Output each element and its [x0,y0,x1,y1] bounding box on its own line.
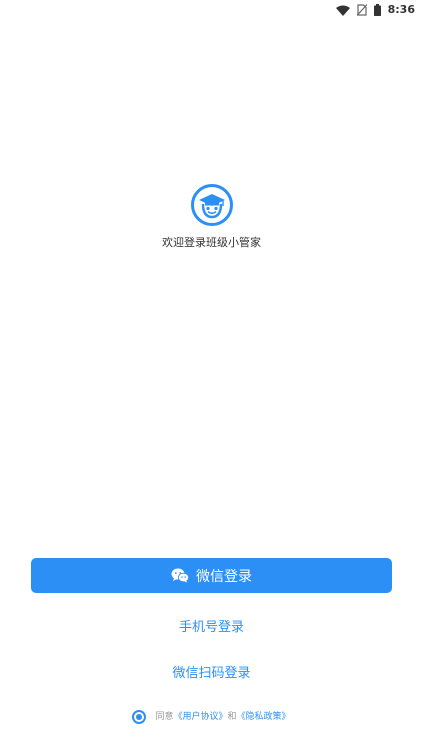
wechat-login-button[interactable]: 微信登录 [31,558,392,593]
app-logo-icon [190,183,234,227]
wifi-icon [335,5,350,16]
user-agreement-link[interactable]: 《用户协议》 [173,712,227,722]
agreement-text: 同意《用户协议》和《隐私政策》 [155,710,290,724]
no-sim-icon [356,4,367,16]
privacy-policy-link[interactable]: 《隐私政策》 [237,712,291,722]
welcome-text: 欢迎登录班级小管家 [162,236,261,249]
phone-login-link[interactable]: 手机号登录 [0,620,423,636]
wechat-login-label: 微信登录 [196,568,252,585]
status-icons: 8:36 [335,3,415,17]
status-bar: 8:36 [0,0,423,20]
battery-icon [373,4,381,16]
agreement-and: 和 [227,712,237,722]
status-clock: 8:36 [387,3,415,16]
agreement-radio[interactable] [132,710,147,724]
wechat-icon [171,568,189,583]
wechat-qr-login-link[interactable]: 微信扫码登录 [0,666,423,682]
agreement-row: 同意《用户协议》和《隐私政策》 [0,710,423,724]
agreement-prefix: 同意 [155,712,174,722]
